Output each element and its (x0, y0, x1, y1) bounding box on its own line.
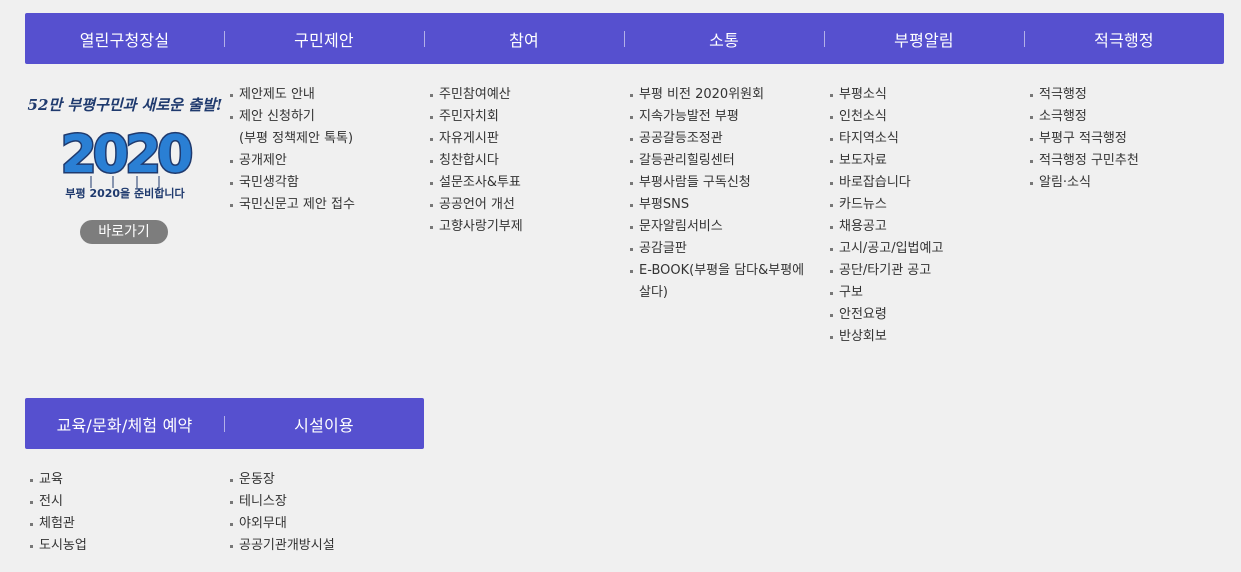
menu-item-neighborhood-bulletin[interactable]: 반상회보 (829, 326, 1024, 348)
menu-item-resident-autonomy[interactable]: 주민자치회 (429, 106, 624, 128)
menu-item-epeople-proposal[interactable]: 국민신문고 제안 접수 (229, 194, 424, 216)
menu-item-proposal-apply[interactable]: 제안 신청하기 (부평 정책제안 톡톡) (229, 106, 424, 150)
menu-item-public-facility-open[interactable]: 공공기관개방시설 (229, 535, 424, 557)
menu-item-passive[interactable]: 소극행정 (1029, 106, 1224, 128)
menu-item-education[interactable]: 교육 (29, 469, 224, 491)
menu-item-bupyeong-proactive[interactable]: 부평구 적극행정 (1029, 128, 1224, 150)
banner-year: 2020 (61, 125, 192, 185)
facility-menu: 운동장 테니스장 야외무대 공공기관개방시설 (229, 469, 424, 557)
menu-item-praise[interactable]: 칭찬합시다 (429, 150, 624, 172)
menu-item-exhibition[interactable]: 전시 (29, 491, 224, 513)
banner-ribbon-text: 부평 2020을 준비합니다 (65, 186, 185, 200)
menu-item-other-region-news[interactable]: 타지역소식 (829, 128, 1024, 150)
menu-item-proactive-recommend[interactable]: 적극행정 구민추천 (1029, 150, 1224, 172)
menu-item-recruitment[interactable]: 채용공고 (829, 216, 1024, 238)
menu-item-stadium[interactable]: 운동장 (229, 469, 424, 491)
menu-item-agency-notice[interactable]: 공단/타기관 공고 (829, 260, 1024, 282)
menu-item-urban-farming[interactable]: 도시농업 (29, 535, 224, 557)
menu-item-sustainable[interactable]: 지속가능발전 부평 (629, 106, 824, 128)
menu-item-gazette[interactable]: 구보 (829, 282, 1024, 304)
menu-item-incheon-news[interactable]: 인천소식 (829, 106, 1024, 128)
menu-item-sms-service[interactable]: 문자알림서비스 (629, 216, 824, 238)
vision-2020-logo: 52만 부평구민과 새로운 출발! 2020 부평 2020을 준비합니다 (28, 96, 223, 200)
menu-item-healing-center[interactable]: 갈등관리힐링센터 (629, 150, 824, 172)
menu-item-experience-hall[interactable]: 체험관 (29, 513, 224, 535)
menu-item-press-release[interactable]: 보도자료 (829, 150, 1024, 172)
go-button[interactable]: 바로가기 (80, 220, 168, 244)
proactive-menu: 적극행정 소극행정 부평구 적극행정 적극행정 구민추천 알림·소식 (1029, 84, 1224, 194)
menu-item-conflict-mediator[interactable]: 공공갈등조정관 (629, 128, 824, 150)
menu-item-participatory-budget[interactable]: 주민참여예산 (429, 84, 624, 106)
menu-item-empathy-board[interactable]: 공감글판 (629, 238, 824, 260)
menu-item-open-proposal[interactable]: 공개제안 (229, 150, 424, 172)
top-category-bar: 열린구청장실 구민제안 참여 소통 부평알림 적극행정 (25, 13, 1224, 64)
tab-education-reservation[interactable]: 교육/문화/체험 예약 (25, 398, 224, 449)
communication-menu: 부평 비전 2020위원회 지속가능발전 부평 공공갈등조정관 갈등관리힐링센터… (629, 84, 824, 304)
menu-item-ebook[interactable]: E-BOOK(부평을 담다&부평에 살다) (629, 260, 824, 304)
notice-menu: 부평소식 인천소식 타지역소식 보도자료 바로잡습니다 카드뉴스 채용공고 고시… (829, 84, 1024, 348)
tab-facility-use[interactable]: 시설이용 (224, 398, 424, 449)
menu-item-subscription[interactable]: 부평사람들 구독신청 (629, 172, 824, 194)
menu-item-public-language[interactable]: 공공언어 개선 (429, 194, 624, 216)
proposal-menu: 제안제도 안내 제안 신청하기 (부평 정책제안 톡톡) 공개제안 국민생각함 국… (229, 84, 424, 216)
menu-item-corrections[interactable]: 바로잡습니다 (829, 172, 1024, 194)
menu-item-sns[interactable]: 부평SNS (629, 194, 824, 216)
menu-item-hometown-donation[interactable]: 고향사랑기부제 (429, 216, 624, 238)
menu-item-vision-committee[interactable]: 부평 비전 2020위원회 (629, 84, 824, 106)
menu-item-safety-tips[interactable]: 안전요령 (829, 304, 1024, 326)
tab-bupyeong-notice[interactable]: 부평알림 (824, 13, 1024, 64)
menu-item-national-idea[interactable]: 국민생각함 (229, 172, 424, 194)
sitemap-page: 열린구청장실 구민제안 참여 소통 부평알림 적극행정 52만 부평구민과 새로… (0, 0, 1241, 572)
menu-item-bupyeong-news[interactable]: 부평소식 (829, 84, 1024, 106)
menu-item-card-news[interactable]: 카드뉴스 (829, 194, 1024, 216)
menu-item-free-board[interactable]: 자유게시판 (429, 128, 624, 150)
banner-slogan: 52만 부평구민과 새로운 출발! (28, 96, 223, 114)
menu-item-tennis-court[interactable]: 테니스장 (229, 491, 424, 513)
bottom-category-bar: 교육/문화/체험 예약 시설이용 (25, 398, 424, 449)
tab-proactive-admin[interactable]: 적극행정 (1024, 13, 1224, 64)
menu-item-proposal-guide[interactable]: 제안제도 안내 (229, 84, 424, 106)
tab-mayor-office[interactable]: 열린구청장실 (25, 13, 224, 64)
tab-participation[interactable]: 참여 (424, 13, 624, 64)
tab-citizen-proposal[interactable]: 구민제안 (224, 13, 424, 64)
menu-item-survey-vote[interactable]: 설문조사&투표 (429, 172, 624, 194)
tab-communication[interactable]: 소통 (624, 13, 824, 64)
education-menu: 교육 전시 체험관 도시농업 (29, 469, 224, 557)
menu-item-proactive[interactable]: 적극행정 (1029, 84, 1224, 106)
menu-item-outdoor-stage[interactable]: 야외무대 (229, 513, 424, 535)
participation-menu: 주민참여예산 주민자치회 자유게시판 칭찬합시다 설문조사&투표 공공언어 개선… (429, 84, 624, 238)
menu-item-proactive-news[interactable]: 알림·소식 (1029, 172, 1224, 194)
menu-item-public-notice[interactable]: 고시/공고/입법예고 (829, 238, 1024, 260)
